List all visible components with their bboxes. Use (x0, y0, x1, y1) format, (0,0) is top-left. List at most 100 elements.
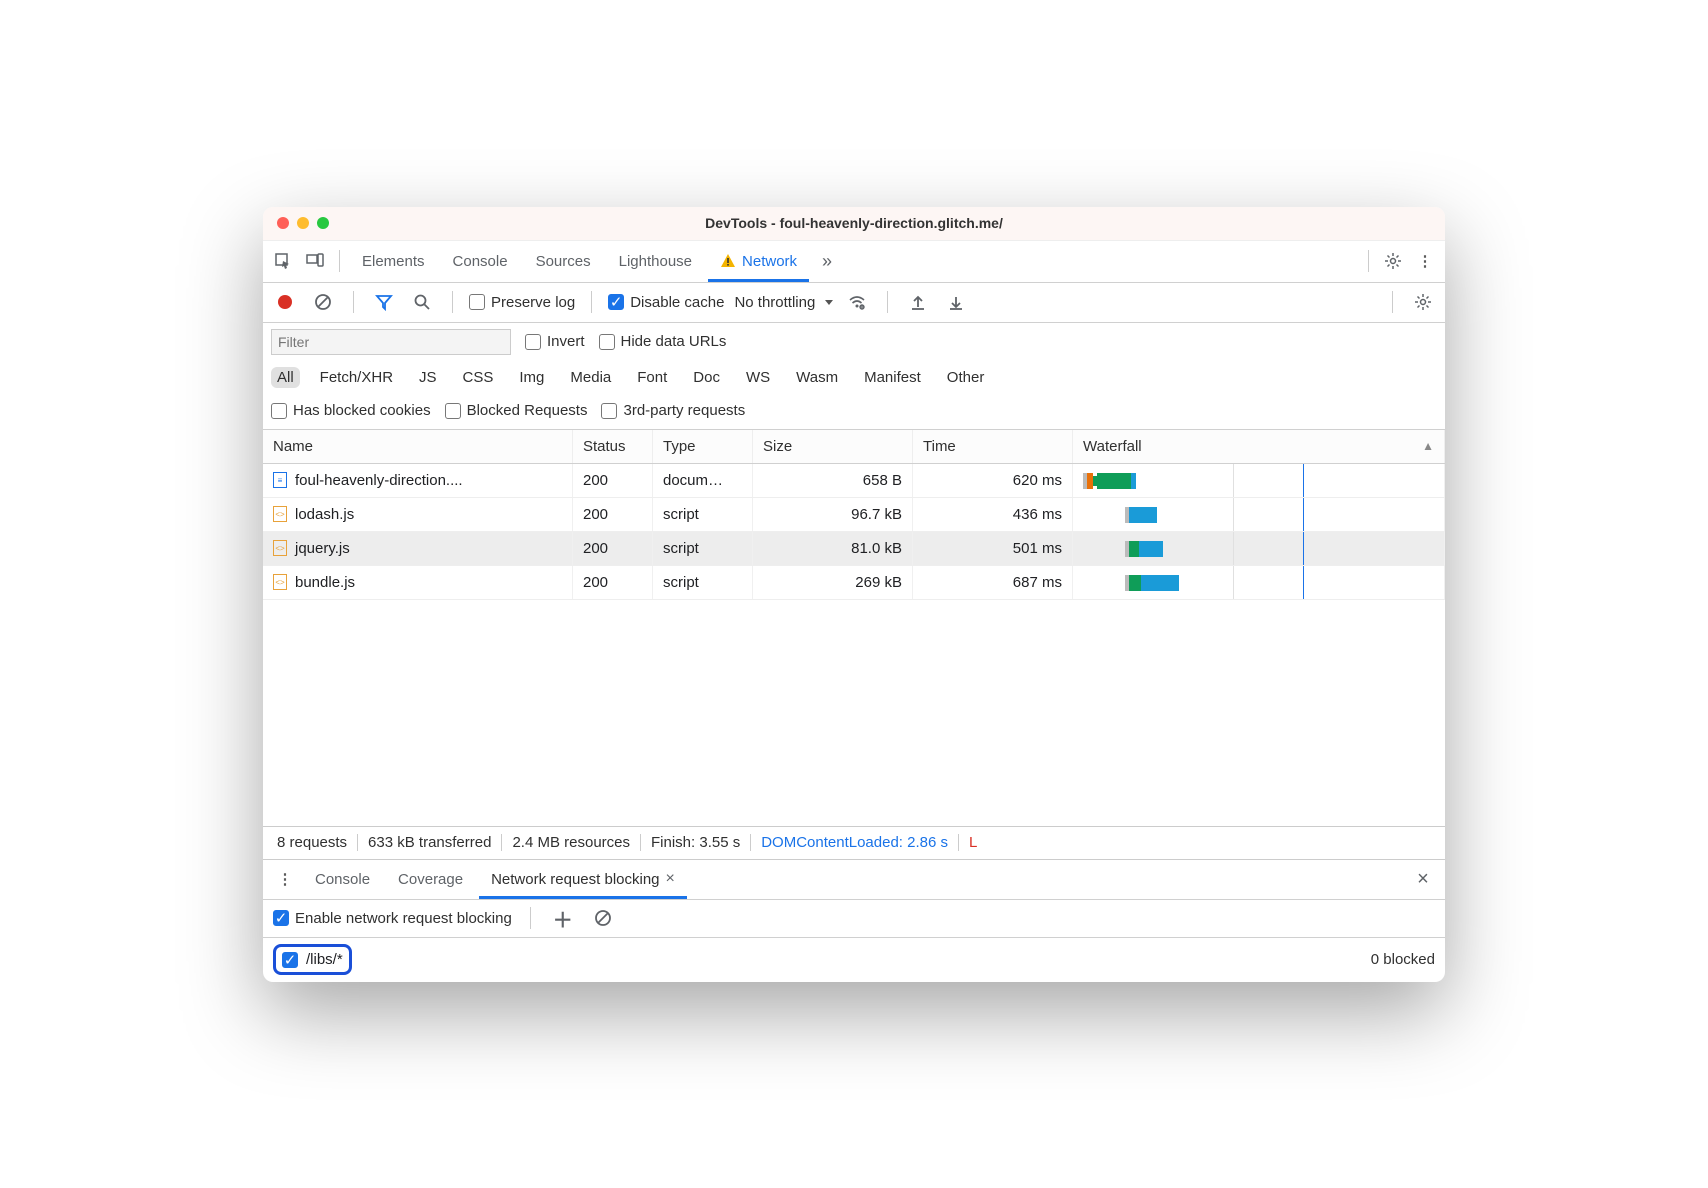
request-name: ≡foul-heavenly-direction.... (263, 464, 573, 497)
drawer-toolbar: ✓Enable network request blocking ＋ (263, 900, 1445, 938)
record-icon[interactable] (271, 288, 299, 316)
pattern-text[interactable]: /libs/* (306, 951, 343, 968)
waterfall-cell (1073, 498, 1445, 531)
network-summary: 8 requests 633 kB transferred 2.4 MB res… (263, 826, 1445, 860)
drawer-close-icon[interactable]: × (1409, 865, 1437, 893)
tab-lighthouse[interactable]: Lighthouse (607, 240, 704, 282)
more-tabs-icon[interactable]: » (813, 247, 841, 275)
type-ws[interactable]: WS (740, 367, 776, 388)
throttling-select[interactable]: No throttling (734, 294, 833, 311)
remove-all-patterns-icon[interactable] (589, 904, 617, 932)
script-icon: <> (273, 506, 287, 522)
request-name: <>jquery.js (263, 532, 573, 565)
type-wasm[interactable]: Wasm (790, 367, 844, 388)
request-status: 200 (573, 498, 653, 531)
type-img[interactable]: Img (513, 367, 550, 388)
drawer-tab-console[interactable]: Console (303, 859, 382, 899)
tab-elements[interactable]: Elements (350, 240, 437, 282)
request-time: 501 ms (913, 532, 1073, 565)
add-pattern-icon[interactable]: ＋ (549, 904, 577, 932)
blocking-pattern-row: ✓ /libs/* 0 blocked (263, 938, 1445, 982)
waterfall-cell (1073, 532, 1445, 565)
inspect-icon[interactable] (269, 247, 297, 275)
request-size: 269 kB (753, 566, 913, 599)
request-type: script (653, 532, 753, 565)
enable-blocking-checkbox[interactable]: ✓Enable network request blocking (273, 910, 512, 927)
device-toggle-icon[interactable] (301, 247, 329, 275)
has-blocked-cookies-checkbox[interactable]: Has blocked cookies (271, 402, 431, 419)
summary-requests: 8 requests (267, 834, 358, 851)
request-type: script (653, 566, 753, 599)
chevron-down-icon (825, 300, 833, 305)
type-fetch-xhr[interactable]: Fetch/XHR (314, 367, 399, 388)
request-size: 81.0 kB (753, 532, 913, 565)
table-row[interactable]: <>lodash.js 200 script 96.7 kB 436 ms (263, 498, 1445, 532)
tab-network[interactable]: Network (708, 240, 809, 282)
hide-data-urls-checkbox[interactable]: Hide data URLs (599, 333, 727, 350)
request-type: docum… (653, 464, 753, 497)
table-row[interactable]: ≡foul-heavenly-direction.... 200 docum… … (263, 464, 1445, 498)
tab-console[interactable]: Console (441, 240, 520, 282)
request-name: <>lodash.js (263, 498, 573, 531)
blocked-requests-checkbox[interactable]: Blocked Requests (445, 402, 588, 419)
settings-icon[interactable] (1379, 247, 1407, 275)
type-all[interactable]: All (271, 367, 300, 388)
devtools-window: DevTools - foul-heavenly-direction.glitc… (263, 207, 1445, 982)
request-name: <>bundle.js (263, 566, 573, 599)
kebab-menu-icon[interactable]: ⋮ (1411, 247, 1439, 275)
invert-checkbox[interactable]: Invert (525, 333, 585, 350)
table-row[interactable]: <>bundle.js 200 script 269 kB 687 ms (263, 566, 1445, 600)
network-conditions-icon[interactable] (843, 288, 871, 316)
titlebar: DevTools - foul-heavenly-direction.glitc… (263, 207, 1445, 241)
script-icon: <> (273, 574, 287, 590)
pattern-checkbox[interactable]: ✓ (282, 952, 298, 968)
clear-icon[interactable] (309, 288, 337, 316)
disable-cache-checkbox[interactable]: ✓Disable cache (608, 294, 724, 311)
export-har-icon[interactable] (942, 288, 970, 316)
preserve-log-checkbox[interactable]: Preserve log (469, 294, 575, 311)
summary-resources: 2.4 MB resources (502, 834, 641, 851)
table-row[interactable]: <>jquery.js 200 script 81.0 kB 501 ms (263, 532, 1445, 566)
request-status: 200 (573, 464, 653, 497)
drawer-tabs: ⋮ Console Coverage Network request block… (263, 860, 1445, 900)
drawer-kebab-icon[interactable]: ⋮ (271, 865, 299, 893)
summary-domcontentloaded: DOMContentLoaded: 2.86 s (751, 834, 959, 851)
import-har-icon[interactable] (904, 288, 932, 316)
request-size: 96.7 kB (753, 498, 913, 531)
drawer-tab-network-request-blocking[interactable]: Network request blocking × (479, 859, 687, 899)
drawer-tab-coverage[interactable]: Coverage (386, 859, 475, 899)
network-toolbar: Preserve log ✓Disable cache No throttlin… (263, 283, 1445, 323)
col-status[interactable]: Status (573, 430, 653, 463)
request-time: 687 ms (913, 566, 1073, 599)
requests-table-header: Name Status Type Size Time Waterfall▲ (263, 430, 1445, 464)
type-manifest[interactable]: Manifest (858, 367, 927, 388)
col-waterfall[interactable]: Waterfall▲ (1073, 430, 1445, 463)
filter-input[interactable] (271, 329, 511, 355)
third-party-checkbox[interactable]: 3rd-party requests (601, 402, 745, 419)
search-icon[interactable] (408, 288, 436, 316)
type-font[interactable]: Font (631, 367, 673, 388)
col-size[interactable]: Size (753, 430, 913, 463)
col-time[interactable]: Time (913, 430, 1073, 463)
warning-icon (720, 253, 736, 269)
type-js[interactable]: JS (413, 367, 443, 388)
request-size: 658 B (753, 464, 913, 497)
type-doc[interactable]: Doc (687, 367, 726, 388)
pattern-highlight: ✓ /libs/* (273, 944, 352, 975)
close-tab-icon[interactable]: × (666, 870, 675, 888)
waterfall-cell (1073, 464, 1445, 497)
network-settings-icon[interactable] (1409, 288, 1437, 316)
type-media[interactable]: Media (564, 367, 617, 388)
waterfall-cell (1073, 566, 1445, 599)
window-title: DevTools - foul-heavenly-direction.glitc… (263, 215, 1445, 231)
col-name[interactable]: Name (263, 430, 573, 463)
request-status: 200 (573, 566, 653, 599)
tab-sources[interactable]: Sources (524, 240, 603, 282)
request-type: script (653, 498, 753, 531)
request-time: 436 ms (913, 498, 1073, 531)
type-other[interactable]: Other (941, 367, 991, 388)
filter-icon[interactable] (370, 288, 398, 316)
type-css[interactable]: CSS (457, 367, 500, 388)
document-icon: ≡ (273, 472, 287, 488)
col-type[interactable]: Type (653, 430, 753, 463)
